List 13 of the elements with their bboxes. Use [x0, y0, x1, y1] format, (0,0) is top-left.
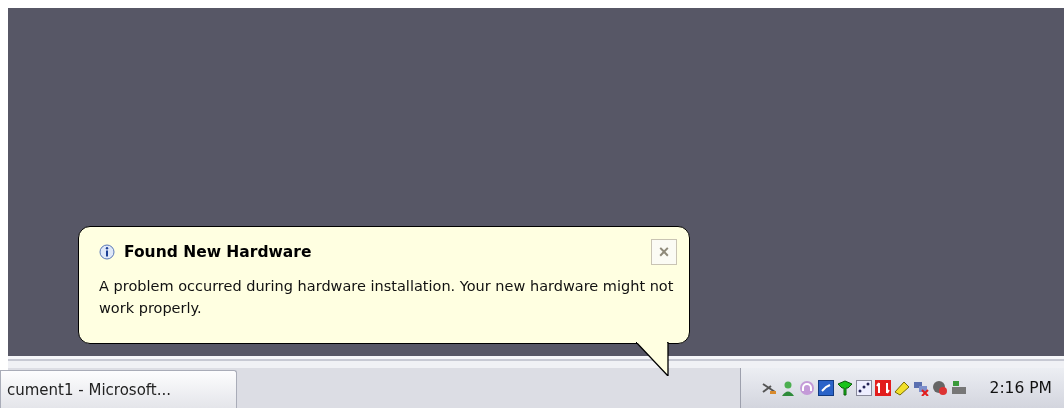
balloon-title: Found New Hardware [124, 243, 313, 261]
tools-icon[interactable] [760, 380, 777, 396]
info-icon [99, 244, 115, 260]
tree-icon[interactable] [836, 380, 853, 396]
balloon-message: A problem occurred during hardware installation. Your new hardware might not work properly. [99, 277, 675, 318]
clock[interactable]: 2:16 PM [989, 379, 1052, 397]
network-icon[interactable] [817, 380, 834, 396]
pencil-icon[interactable] [893, 380, 910, 396]
arrows-icon[interactable] [874, 380, 891, 396]
user-icon[interactable] [779, 380, 796, 396]
taskbar-button[interactable]: cument1 - Microsoft... [0, 370, 237, 408]
chart-icon[interactable] [855, 380, 872, 396]
disconnected-network-icon[interactable] [912, 380, 929, 396]
